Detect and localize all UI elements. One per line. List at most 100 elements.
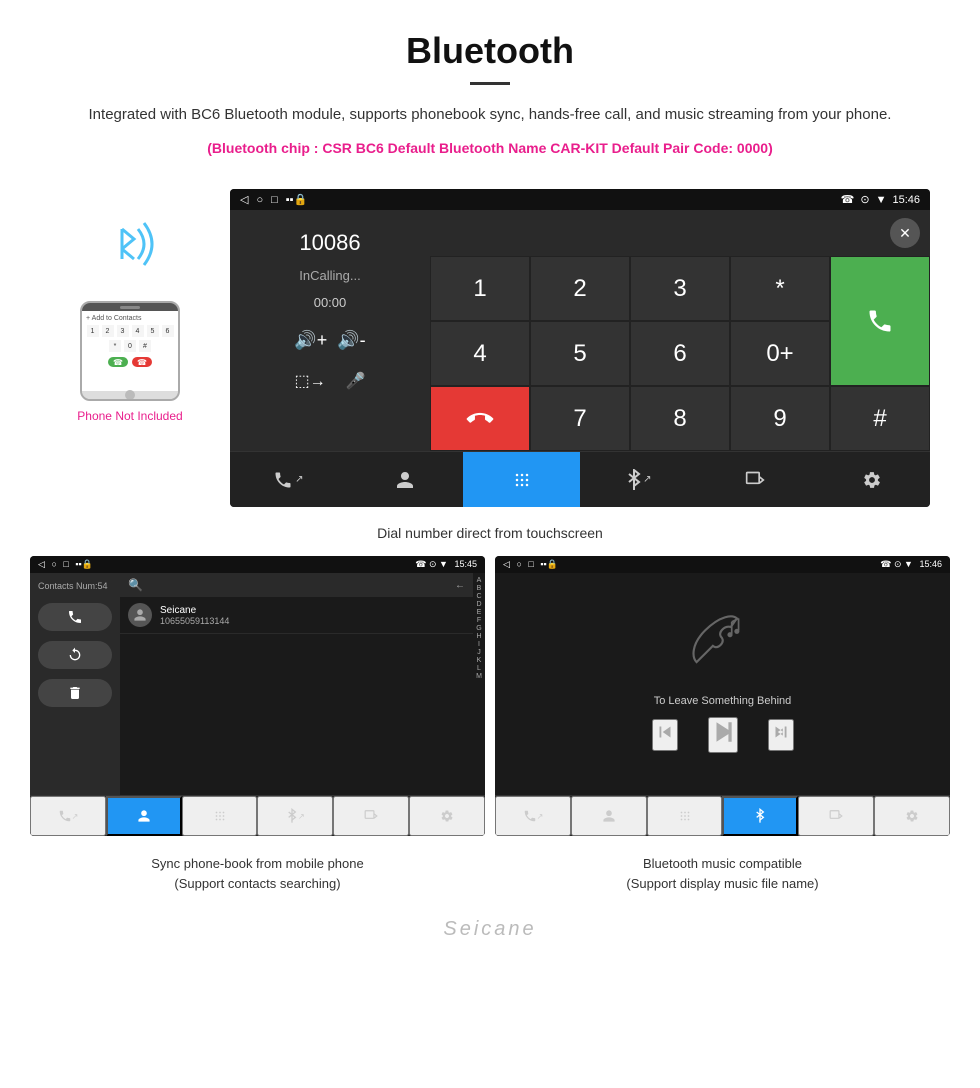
dial-nav-bar: ↗: [230, 451, 930, 507]
bottom-captions: Sync phone-book from mobile phone(Suppor…: [0, 846, 980, 913]
call-button[interactable]: [830, 256, 930, 386]
contacts-nav-transfer-button[interactable]: [333, 796, 409, 836]
key-hash[interactable]: #: [830, 386, 930, 451]
key-4[interactable]: 4: [430, 321, 530, 386]
key-8[interactable]: 8: [630, 386, 730, 451]
phone-icon-music: ☎ ⊙ ▼: [880, 559, 913, 569]
dial-volume-controls: 🔊+ 🔊-: [294, 330, 365, 351]
dial-main: 10086 InCalling... 00:00 🔊+ 🔊- ⬚→ 🎤: [230, 210, 930, 451]
home-icon-small: ○: [51, 559, 56, 569]
key-5[interactable]: 5: [530, 321, 630, 386]
key-6[interactable]: 6: [630, 321, 730, 386]
nav-bluetooth-button[interactable]: ↗: [580, 452, 697, 507]
backspace-button[interactable]: ✕: [890, 218, 920, 248]
key-0[interactable]: 0+: [730, 321, 830, 386]
phone-signal-icon: ☎: [841, 193, 855, 206]
nav-settings-button[interactable]: [813, 452, 930, 507]
left-caption: Sync phone-book from mobile phone(Suppor…: [30, 854, 485, 893]
contacts-nav-settings-button[interactable]: [409, 796, 485, 836]
transfer-icon[interactable]: ⬚→: [294, 371, 325, 391]
music-nav-bt-button[interactable]: [722, 796, 798, 836]
contacts-body: Contacts Num:54 🔍 ←: [30, 573, 485, 795]
phone-icon-small: ☎ ⊙ ▼: [415, 559, 448, 569]
next-track-button[interactable]: [768, 719, 794, 751]
header-specs: (Bluetooth chip : CSR BC6 Default Blueto…: [60, 137, 920, 159]
header-description: Integrated with BC6 Bluetooth module, su…: [60, 103, 920, 127]
keypad-grid: 1 2 3 * 4 5 6 0+: [430, 256, 930, 451]
volume-down-icon[interactable]: 🔊-: [337, 330, 365, 351]
contacts-nav-contacts-button[interactable]: [106, 796, 182, 836]
right-caption-text: Bluetooth music compatible(Support displ…: [626, 856, 818, 891]
recents-icon: □: [271, 194, 278, 206]
delete-action-button[interactable]: [38, 679, 112, 707]
music-controls: [652, 717, 794, 753]
dial-call-timer: 00:00: [314, 295, 347, 310]
dial-screen: ◁ ○ □ ▪▪🔒 ☎ ⊙ ▼ 15:46: [230, 189, 930, 507]
key-star[interactable]: *: [730, 256, 830, 321]
music-body: To Leave Something Behind: [495, 573, 950, 795]
bluetooth-waves-icon: [100, 209, 160, 291]
dial-input-field[interactable]: [440, 224, 882, 242]
contacts-main: 🔍 ← Seicane 10655059113144: [120, 573, 473, 795]
contact-item[interactable]: Seicane 10655059113144: [120, 597, 473, 634]
nav-transfer-button[interactable]: [697, 452, 814, 507]
contacts-nav-dialpad-button[interactable]: [182, 796, 258, 836]
dial-input-row: ✕: [430, 210, 930, 256]
home-icon: ○: [256, 194, 263, 206]
volume-up-icon[interactable]: 🔊+: [294, 330, 327, 351]
key-2[interactable]: 2: [530, 256, 630, 321]
microphone-icon[interactable]: 🎤: [346, 371, 366, 391]
contacts-status-right: ☎ ⊙ ▼ 15:45: [415, 559, 477, 570]
prev-track-button[interactable]: [652, 719, 678, 751]
page-title: Bluetooth: [60, 30, 920, 72]
recents-icon-music: □: [528, 559, 533, 569]
contacts-search-input[interactable]: [149, 579, 449, 591]
contacts-nav-call-button[interactable]: ↗: [30, 796, 106, 836]
dial-number: 10086: [299, 230, 360, 256]
contact-avatar: [128, 603, 152, 627]
sync-action-button[interactable]: [38, 641, 112, 669]
phone-not-included-label: Phone Not Included: [77, 409, 182, 423]
key-1[interactable]: 1: [430, 256, 530, 321]
notification-icon: ▪▪🔒: [286, 193, 308, 206]
contacts-search-bar: 🔍 ←: [120, 573, 473, 597]
dial-info: 10086 InCalling... 00:00 🔊+ 🔊- ⬚→ 🎤: [230, 210, 430, 451]
nav-call-log-button[interactable]: ↗: [230, 452, 347, 507]
bottom-screens: ◁ ○ □ ▪▪🔒 ☎ ⊙ ▼ 15:45 Contacts Num:54: [0, 556, 980, 836]
contacts-nav-bt-button[interactable]: ↗: [257, 796, 333, 836]
nav-contacts-button[interactable]: [347, 452, 464, 507]
search-icon: 🔍: [128, 578, 143, 592]
music-song-title: To Leave Something Behind: [654, 695, 792, 707]
hangup-button[interactable]: [430, 386, 530, 451]
music-screen: ◁ ○ □ ▪▪🔒 ☎ ⊙ ▼ 15:46: [495, 556, 950, 836]
music-time: 15:46: [919, 559, 942, 569]
contact-number: 10655059113144: [160, 616, 465, 626]
main-content: + Add to Contacts 1 2 3 4 5 6 * 0 # ☎: [0, 189, 980, 517]
music-nav-contacts-button[interactable]: [571, 796, 647, 836]
music-nav-call-button[interactable]: ↗: [495, 796, 571, 836]
dial-keypad: ✕ 1 2 3 * 4: [430, 210, 930, 451]
left-caption-text: Sync phone-book from mobile phone(Suppor…: [151, 856, 363, 891]
contacts-list: Seicane 10655059113144: [120, 597, 473, 795]
key-7[interactable]: 7: [530, 386, 630, 451]
watermark: Seicane: [0, 913, 980, 956]
backspace-icon-small[interactable]: ←: [455, 580, 465, 591]
status-bar-left-icons: ◁ ○ □ ▪▪🔒: [240, 193, 307, 206]
music-nav-transfer-button[interactable]: [798, 796, 874, 836]
dial-status-bar: ◁ ○ □ ▪▪🔒 ☎ ⊙ ▼ 15:46: [230, 189, 930, 210]
music-nav-dialpad-button[interactable]: [647, 796, 723, 836]
music-nav-bar: ↗: [495, 795, 950, 836]
dial-transfer-row: ⬚→ 🎤: [294, 371, 365, 391]
music-album-icon: [683, 615, 763, 685]
play-pause-button[interactable]: [708, 717, 738, 753]
key-9[interactable]: 9: [730, 386, 830, 451]
nav-dialpad-button[interactable]: [463, 452, 580, 507]
dial-caption: Dial number direct from touchscreen: [0, 517, 980, 556]
dial-section: ◁ ○ □ ▪▪🔒 ☎ ⊙ ▼ 15:46: [230, 189, 930, 507]
recents-icon-small: □: [63, 559, 68, 569]
key-3[interactable]: 3: [630, 256, 730, 321]
call-action-button[interactable]: [38, 603, 112, 631]
music-nav-settings-button[interactable]: [874, 796, 950, 836]
contact-name: Seicane: [160, 605, 465, 616]
watermark-text: Seicane: [443, 918, 536, 940]
